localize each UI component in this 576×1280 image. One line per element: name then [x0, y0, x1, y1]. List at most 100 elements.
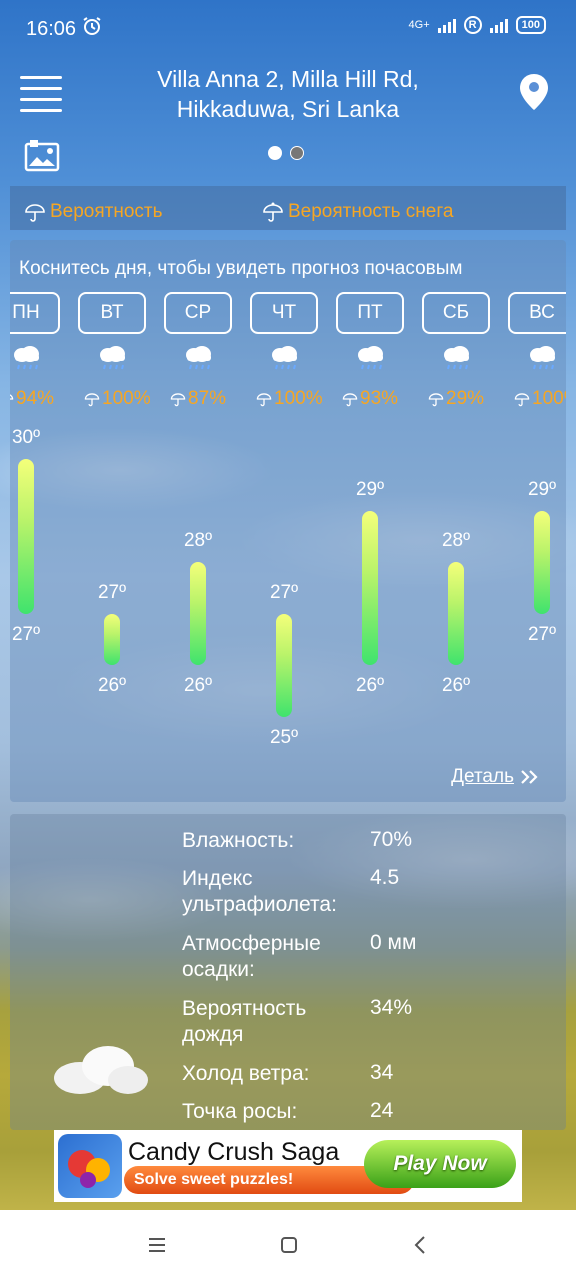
- temperature-bar: [534, 510, 550, 614]
- low-temp-label: 26º: [183, 675, 213, 696]
- daily-forecast-panel: Коснитесь дня, чтобы увидеть прогноз поч…: [10, 240, 566, 802]
- precip-value: 100%: [102, 388, 151, 409]
- battery-icon: 100: [515, 16, 546, 34]
- rain-cloud-icon: [186, 346, 211, 370]
- low-temp-label: 26º: [441, 675, 471, 696]
- detail-link[interactable]: Деталь: [451, 766, 540, 788]
- temperature-bar: [276, 613, 292, 717]
- page-dot-active[interactable]: [268, 146, 282, 160]
- precip-value: 100%: [532, 388, 566, 409]
- day-tab-3[interactable]: ЧТ: [250, 292, 318, 334]
- precip-probability: 100%: [256, 388, 323, 410]
- day-tab-0[interactable]: ПН: [10, 292, 60, 334]
- precip-probability: 87%: [170, 388, 226, 410]
- temperature-bar: [190, 562, 206, 665]
- rain-cloud-icon: [530, 346, 555, 370]
- ad-banner[interactable]: Candy Crush Saga Solve sweet puzzles! Pl…: [54, 1130, 522, 1202]
- temperature-bar: [18, 459, 34, 614]
- rain-cloud-icon: [14, 346, 39, 370]
- detail-value: 34%: [370, 996, 413, 1019]
- back-icon[interactable]: [410, 1234, 432, 1256]
- rain-cloud-icon: [100, 346, 125, 370]
- cloud-icon: [54, 1046, 148, 1094]
- rain-probability-legend: Вероятность: [24, 201, 163, 223]
- page-dot-inactive[interactable]: [290, 146, 304, 160]
- detail-link-label: Деталь: [451, 766, 514, 787]
- umbrella-icon: [84, 393, 100, 407]
- day-tab-2[interactable]: СР: [164, 292, 232, 334]
- high-temp-label: 27º: [269, 581, 299, 603]
- day-tab-5[interactable]: СБ: [422, 292, 490, 334]
- alarm-icon: [83, 17, 101, 35]
- umbrella-icon: [428, 393, 444, 407]
- temperature-bar: [362, 510, 378, 665]
- low-temp-label: 25º: [269, 726, 299, 748]
- signal-2-icon: [489, 17, 508, 33]
- page-indicator: [268, 146, 304, 160]
- menu-button[interactable]: [20, 76, 62, 112]
- temperature-bar: [448, 562, 464, 665]
- day-tab-6[interactable]: ВС: [508, 292, 566, 334]
- rain-cloud-icon: [272, 346, 297, 370]
- play-now-button[interactable]: Play Now: [364, 1140, 516, 1188]
- detail-value: 24: [370, 1099, 394, 1122]
- precip-probability: 94%: [10, 388, 54, 410]
- low-temp-label: 26º: [355, 675, 385, 696]
- background-image-icon[interactable]: [24, 138, 60, 172]
- rain-cloud-icon: [358, 346, 383, 370]
- home-icon[interactable]: [278, 1234, 300, 1256]
- high-temp-label: 29º: [355, 478, 385, 500]
- rain-cloud-icon: [444, 346, 469, 370]
- status-icons: 4G+ R 100: [409, 16, 546, 34]
- detail-label: Атмосферные осадки:: [182, 932, 321, 981]
- precip-probability: 29%: [428, 388, 484, 410]
- detail-value: 34: [370, 1061, 394, 1084]
- probability-strip: Вероятность Вероятность снега: [10, 186, 566, 230]
- umbrella-icon: [170, 393, 186, 407]
- umbrella-icon: [256, 393, 272, 407]
- day-tab-1[interactable]: ВТ: [78, 292, 146, 334]
- precip-probability: 100%: [514, 388, 566, 410]
- candy-crush-app-icon: [58, 1134, 122, 1198]
- precip-value: 94%: [16, 388, 55, 409]
- system-navigation-bar: [0, 1210, 576, 1280]
- precip-value: 100%: [274, 388, 323, 409]
- umbrella-icon: [25, 204, 45, 222]
- umbrella-icon: [10, 394, 14, 400]
- umbrella-icon: [514, 393, 530, 407]
- detail-value: 70%: [370, 828, 413, 851]
- low-temp-label: 27º: [527, 623, 557, 645]
- detail-label: Точка росы:: [182, 1100, 298, 1123]
- high-temp-label: 28º: [183, 530, 213, 551]
- double-chevron-right-icon: [521, 770, 538, 784]
- precip-value: 29%: [446, 388, 485, 409]
- location-title[interactable]: Villa Anna 2, Milla Hill Rd, Hikkaduwa, …: [100, 64, 476, 124]
- ad-title: Candy Crush Saga: [128, 1138, 340, 1166]
- temperature-bar: [104, 613, 120, 665]
- precip-probability: 93%: [342, 388, 398, 410]
- detail-value: 0 мм: [370, 931, 417, 954]
- location-pin-icon[interactable]: [518, 72, 550, 112]
- recent-apps-icon[interactable]: [146, 1234, 168, 1256]
- forecast-hint: Коснитесь дня, чтобы увидеть прогноз поч…: [19, 258, 463, 279]
- detail-label: Индекс ультрафиолета:: [182, 867, 337, 916]
- umbrella-icon: [342, 393, 358, 407]
- snow-probability-label: Вероятность снега: [288, 201, 454, 222]
- high-temp-label: 28º: [441, 530, 471, 551]
- low-temp-label: 26º: [97, 675, 127, 696]
- signal-icon: [437, 17, 456, 33]
- weather-details-panel: Влажность: 70% Индекс ультрафиолета: 4.5 Атм…: [10, 814, 566, 1130]
- roaming-icon: R: [463, 16, 482, 34]
- precip-probability: 100%: [84, 388, 151, 410]
- detail-value: 4.5: [370, 866, 400, 889]
- precip-value: 87%: [188, 388, 227, 409]
- high-temp-label: 30º: [11, 427, 41, 448]
- day-tab-4[interactable]: ПТ: [336, 292, 404, 334]
- status-bar: 16:06 4G+ R 100: [0, 0, 576, 58]
- snow-probability-legend: Вероятность снега: [262, 201, 453, 223]
- status-time: 16:06: [26, 18, 77, 40]
- detail-label: Влажность:: [182, 829, 295, 852]
- low-temp-label: 27º: [11, 623, 41, 645]
- precip-value: 93%: [360, 388, 399, 409]
- snow-umbrella-icon: [263, 202, 283, 222]
